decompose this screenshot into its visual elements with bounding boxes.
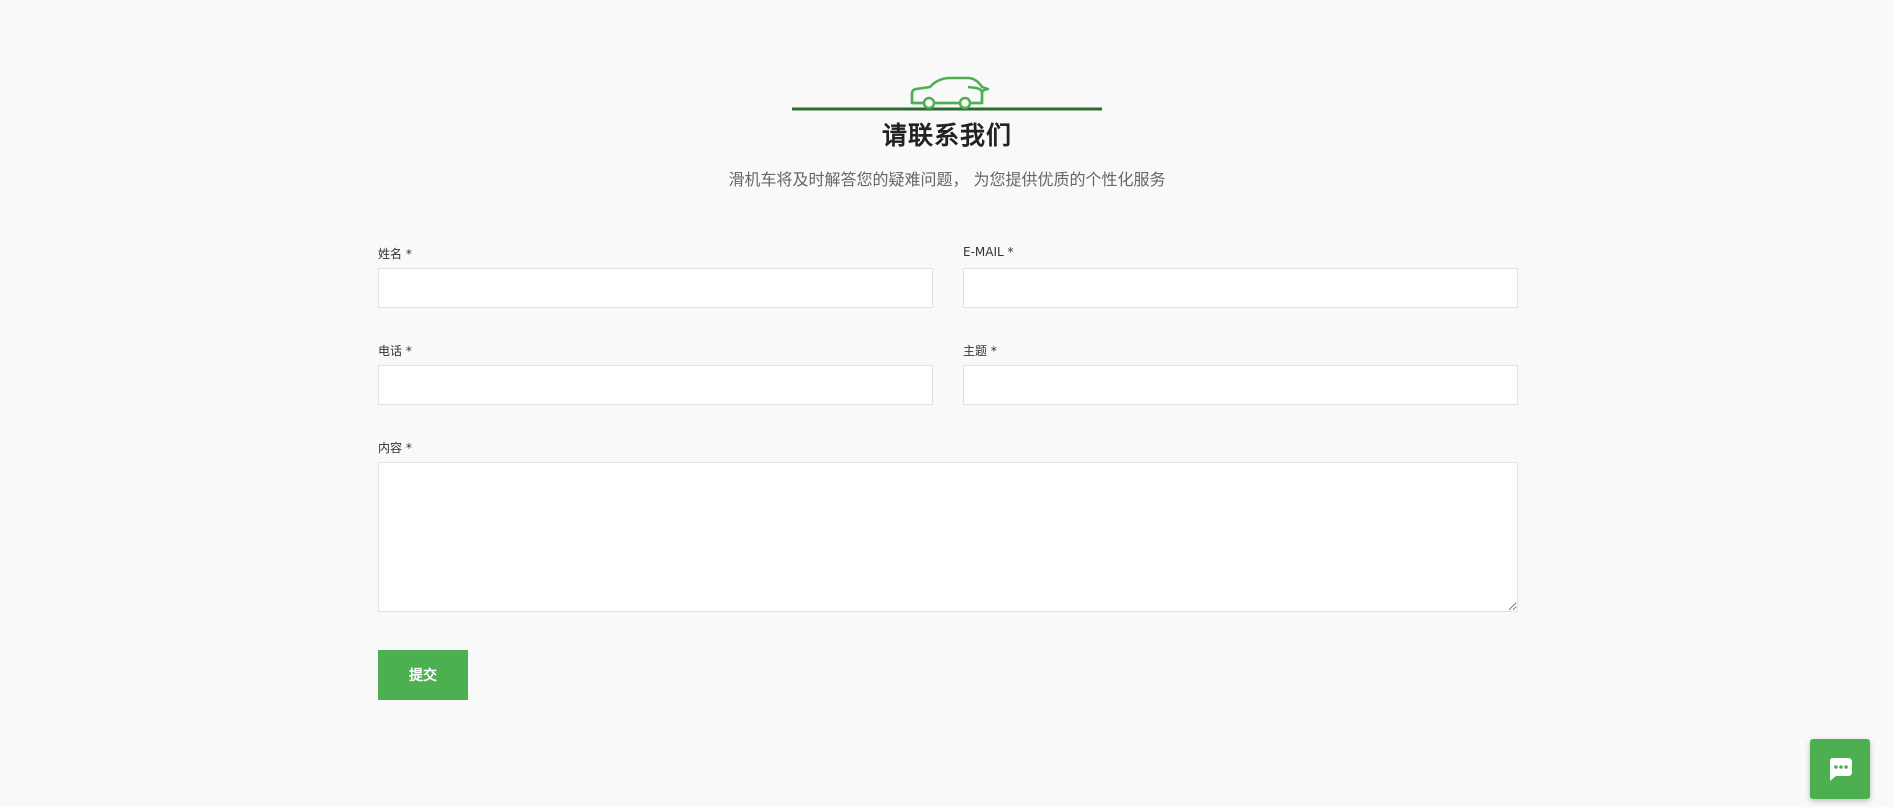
name-label: 姓名 * [378, 247, 412, 261]
page-title: 请联系我们 [881, 121, 1012, 150]
content-textarea[interactable] [378, 462, 1518, 612]
page-subtitle: 滑机车将及时解答您的疑难问题， 为您提供优质的个性化服务 [728, 170, 1166, 189]
chat-button[interactable] [1810, 739, 1870, 799]
name-input[interactable] [378, 268, 933, 308]
submit-button[interactable]: 提交 [378, 650, 468, 700]
email-input[interactable] [963, 268, 1518, 308]
subject-input[interactable] [963, 365, 1518, 405]
phone-input[interactable] [378, 365, 933, 405]
car-icon [792, 76, 1102, 111]
contact-page: 请联系我们 滑机车将及时解答您的疑难问题， 为您提供优质的个性化服务 姓名 * … [0, 0, 1894, 807]
email-label: E-MAIL * [963, 245, 1014, 259]
chat-bubble-icon [1830, 758, 1852, 781]
content-label: 内容 * [378, 441, 412, 455]
header-decoration [792, 76, 1102, 112]
subject-label: 主题 * [963, 344, 997, 358]
phone-label: 电话 * [378, 344, 412, 358]
